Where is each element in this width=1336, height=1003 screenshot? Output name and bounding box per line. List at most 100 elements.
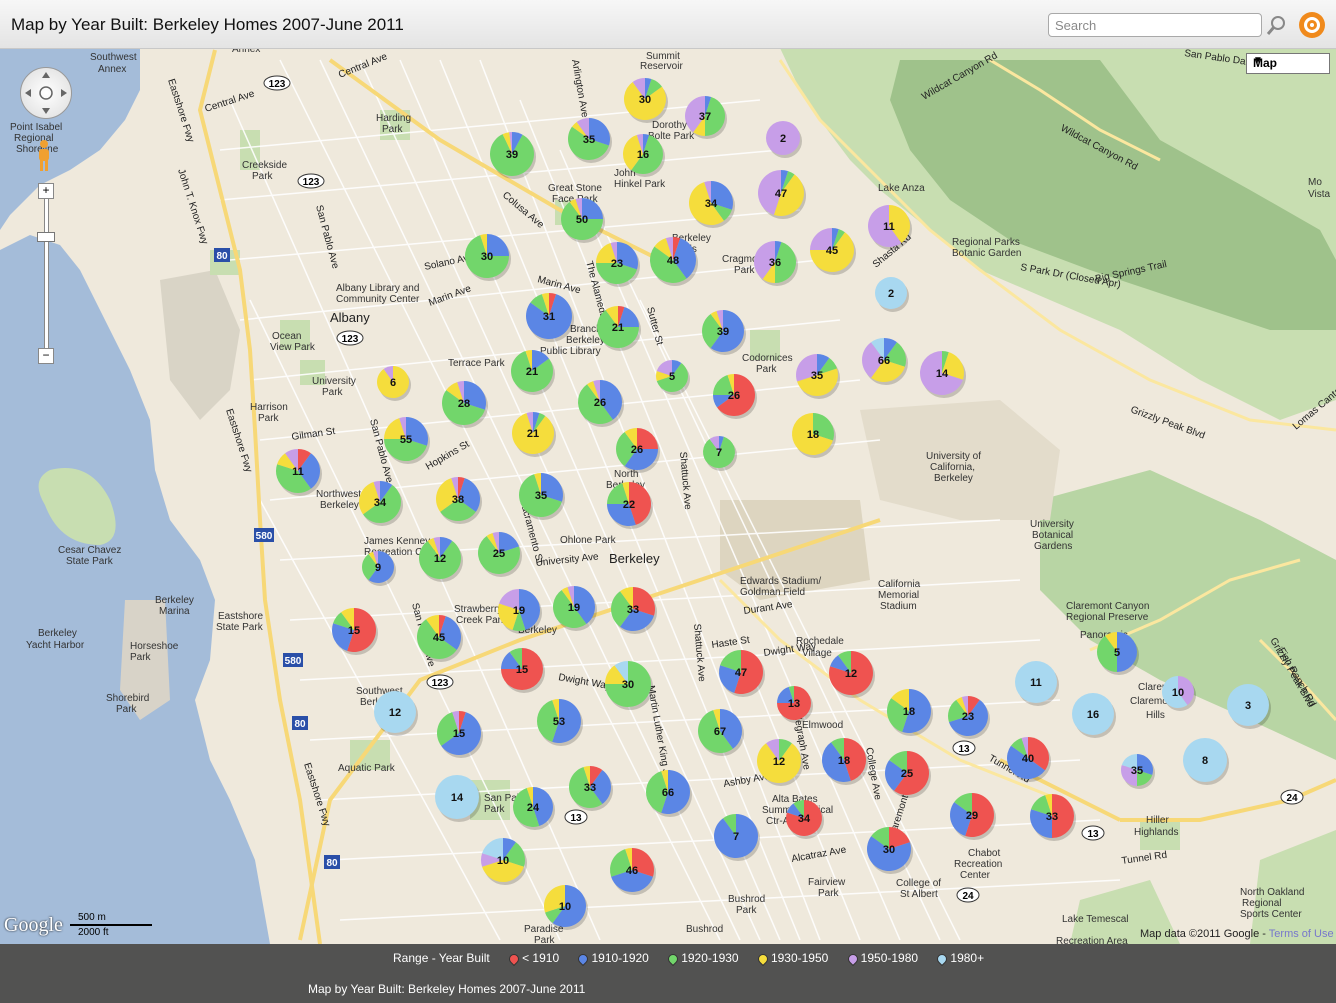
cluster-pie[interactable]: 28	[442, 381, 488, 428]
cluster-pie[interactable]: 12	[374, 691, 418, 736]
cluster-pie[interactable]: 7	[714, 814, 760, 861]
cluster-pie[interactable]: 14	[920, 351, 966, 398]
cluster-pie[interactable]: 34	[786, 800, 824, 839]
cluster-pie[interactable]: 50	[561, 198, 605, 243]
pie-count-label: 11	[883, 221, 895, 233]
zoom-slider[interactable]	[44, 198, 49, 350]
pie-count-label: 37	[699, 111, 711, 123]
cluster-pie[interactable]: 30	[624, 78, 668, 123]
map-canvas[interactable]: Southwest Annex Annex Summit Reservoir Dor…	[0, 48, 1336, 944]
cluster-pie[interactable]: 33	[569, 766, 613, 811]
cluster-pie[interactable]: 21	[511, 412, 556, 457]
cluster-pie[interactable]: 8	[1183, 738, 1229, 785]
cluster-pie[interactable]: 5	[656, 360, 690, 395]
cluster-pie[interactable]: 5	[1096, 632, 1139, 675]
cluster-pie[interactable]: 33	[1030, 794, 1076, 841]
cluster-pie[interactable]: 21	[510, 350, 555, 395]
pie-count-label: 10	[1172, 687, 1184, 699]
cluster-pie[interactable]: 33	[611, 587, 657, 634]
cluster-pie[interactable]: 26	[616, 428, 660, 473]
cluster-pie[interactable]: 40	[1006, 737, 1051, 782]
search-input[interactable]	[1048, 13, 1262, 37]
cluster-pie[interactable]: 38	[435, 477, 482, 524]
cluster-pie[interactable]: 16	[1072, 693, 1116, 738]
cluster-pie[interactable]: 11	[868, 205, 912, 250]
cluster-pie[interactable]: 39	[702, 310, 746, 355]
cluster-pie[interactable]: 13	[777, 686, 813, 723]
cluster-pie[interactable]: 25	[478, 532, 522, 577]
cluster-pie[interactable]: 21	[597, 306, 641, 351]
cluster-pie[interactable]: 12	[418, 537, 463, 582]
cluster-pie[interactable]: 18	[887, 689, 933, 736]
cluster-pie[interactable]: 35	[567, 118, 612, 163]
pie-count-label: 66	[878, 355, 890, 367]
cluster-pie[interactable]: 7	[703, 436, 737, 471]
cluster-pie[interactable]: 55	[383, 417, 430, 464]
cluster-pie[interactable]: 35	[519, 473, 565, 520]
zoom-slider-thumb[interactable]	[37, 232, 55, 242]
cluster-pie[interactable]: 23	[596, 242, 640, 287]
cluster-pie[interactable]: 47	[719, 650, 765, 697]
cluster-pie[interactable]: 45	[417, 615, 463, 662]
legend-item: 1930-1950	[755, 951, 828, 966]
cluster-pie[interactable]: 22	[607, 482, 653, 529]
search-icon[interactable]	[1265, 13, 1289, 39]
terms-of-use-link[interactable]: Terms of Use	[1269, 928, 1334, 940]
cluster-pie[interactable]: 35	[1121, 754, 1155, 789]
pan-control[interactable]	[20, 67, 72, 119]
cluster-pie[interactable]: 26	[578, 380, 624, 427]
cluster-pie-layer[interactable]: 30373516392473450113023 48 364523121 396614…	[0, 48, 1336, 944]
cluster-pie[interactable]: 10	[544, 885, 588, 930]
cluster-pie[interactable]: 37	[685, 96, 727, 139]
cluster-pie[interactable]: 36	[754, 241, 798, 286]
zoom-in-button[interactable]: +	[38, 183, 54, 199]
cluster-pie[interactable]: 39	[489, 132, 536, 179]
cluster-pie[interactable]: 35	[796, 354, 840, 399]
cluster-pie[interactable]: 11	[1015, 661, 1059, 706]
cluster-pie[interactable]: 34	[689, 181, 735, 228]
cluster-pie[interactable]: 16	[623, 134, 665, 177]
cluster-pie[interactable]: 12	[829, 651, 875, 698]
pie-count-label: 24	[527, 802, 540, 814]
cluster-pie[interactable]: 19	[553, 586, 597, 631]
cluster-pie[interactable]: 25	[885, 751, 931, 798]
cluster-pie[interactable]: 30	[605, 661, 653, 710]
cluster-pie[interactable]: 19	[497, 589, 542, 634]
cluster-pie[interactable]: 67	[698, 709, 744, 756]
map-type-select[interactable]: Map ▼	[1246, 53, 1330, 74]
cluster-pie[interactable]: 15	[437, 711, 483, 758]
cluster-pie[interactable]: 34	[359, 481, 403, 526]
cluster-pie[interactable]: 30	[867, 827, 913, 874]
cluster-pie[interactable]: 18	[792, 413, 836, 458]
cluster-pie[interactable]: 45	[810, 228, 856, 275]
cluster-pie[interactable]: 14	[435, 775, 481, 822]
street-view-pegman-icon[interactable]	[35, 139, 53, 173]
cluster-pie[interactable]: 24	[513, 787, 555, 830]
cluster-pie[interactable]: 11	[276, 449, 322, 496]
cluster-pie[interactable]: 48	[650, 237, 698, 286]
cluster-pie[interactable]: 2	[766, 121, 802, 158]
cluster-pie[interactable]: 26	[713, 374, 757, 419]
cluster-pie[interactable]: 30	[465, 234, 511, 281]
cluster-pie[interactable]: 29	[950, 793, 996, 840]
cluster-pie[interactable]: 9	[361, 551, 396, 586]
cluster-pie[interactable]: 66	[646, 770, 692, 817]
cluster-pie[interactable]: 6	[377, 366, 411, 401]
cluster-pie[interactable]: 47	[758, 170, 806, 219]
cluster-pie[interactable]: 53	[537, 699, 583, 746]
zoom-out-button[interactable]: −	[38, 348, 54, 364]
cluster-pie[interactable]: 18	[822, 738, 868, 785]
cluster-pie[interactable]: 15	[332, 608, 378, 655]
cluster-pie[interactable]: 66	[862, 338, 908, 385]
cluster-pie[interactable]: 46	[610, 848, 656, 895]
cluster-pie[interactable]: 31	[526, 293, 574, 342]
cluster-pie[interactable]: 2	[875, 277, 909, 312]
pie-count-label: 31	[543, 311, 555, 323]
cluster-pie[interactable]: 10	[481, 838, 527, 885]
pie-count-label: 15	[453, 728, 465, 740]
cluster-pie[interactable]: 12	[757, 739, 803, 786]
cluster-pie[interactable]: 10	[1162, 676, 1196, 711]
cluster-pie[interactable]: 15	[501, 648, 545, 693]
cluster-pie[interactable]: 3	[1227, 684, 1271, 729]
cluster-pie[interactable]: 23	[948, 696, 990, 739]
